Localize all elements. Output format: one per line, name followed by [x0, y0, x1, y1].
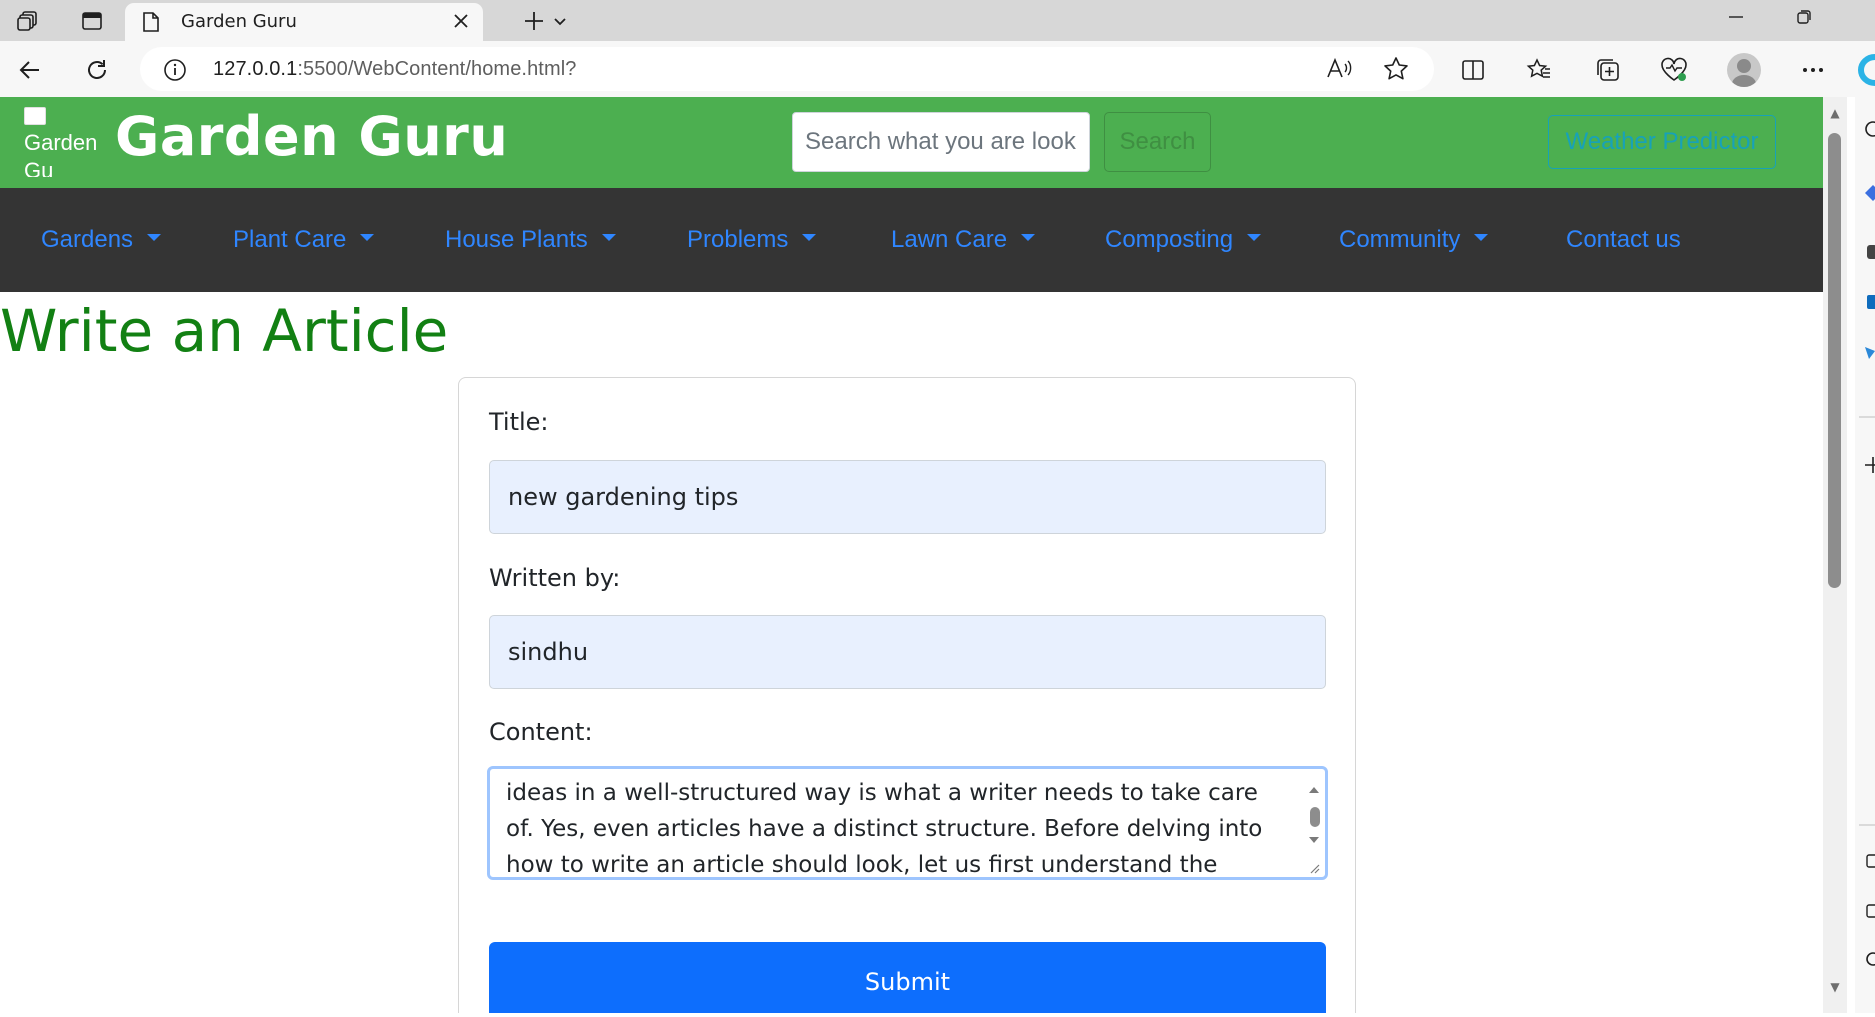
content-textarea[interactable]: ideas in a well-structured way is what a…	[487, 766, 1328, 880]
more-options-icon[interactable]	[1794, 51, 1832, 89]
menu-item-label: Plant Care	[233, 226, 347, 253]
weather-predictor-button[interactable]: Weather Predictor	[1548, 115, 1776, 169]
author-input[interactable]	[489, 615, 1326, 689]
menu-item-label: Community	[1339, 226, 1461, 253]
dropdown-caret-icon	[1247, 234, 1262, 242]
menu-item-label: Problems	[687, 226, 789, 253]
menu-item-label: Gardens	[41, 226, 134, 253]
menu-item-label: Contact us	[1566, 226, 1681, 253]
address-bar[interactable]: 127.0.0.1:5500/WebContent/home.html?	[140, 47, 1434, 91]
content-label: Content:	[489, 718, 593, 746]
browser-tab-bar: Garden Guru	[0, 0, 1875, 41]
logo-alt-text: Garden Gu	[24, 130, 98, 177]
broken-image-icon	[24, 107, 46, 125]
author-label: Written by:	[489, 564, 621, 592]
menu-item-composting[interactable]: Composting	[1105, 226, 1262, 254]
site-logo[interactable]: Garden Gu	[24, 107, 104, 177]
search-input[interactable]	[792, 112, 1090, 172]
menu-item-label: House Plants	[445, 226, 588, 253]
favorites-icon[interactable]	[1520, 51, 1558, 89]
menu-item-lawn-care[interactable]: Lawn Care	[891, 226, 1036, 254]
submit-button[interactable]: Submit	[489, 942, 1326, 1013]
tab-title: Garden Guru	[181, 11, 297, 32]
page-icon	[142, 12, 160, 36]
browser-toolbar: 127.0.0.1:5500/WebContent/home.html?	[0, 41, 1875, 97]
textarea-scroll-thumb[interactable]	[1310, 807, 1320, 827]
browser-essentials-icon[interactable]	[1655, 51, 1693, 89]
title-input[interactable]	[489, 460, 1326, 534]
back-arrow-icon[interactable]	[11, 51, 49, 89]
vertical-tabs-icon[interactable]	[70, 0, 114, 41]
menu-item-contact-us[interactable]: Contact us	[1566, 226, 1681, 254]
dropdown-caret-icon	[1021, 234, 1036, 242]
favorite-star-icon[interactable]	[1383, 56, 1409, 86]
dropdown-caret-icon	[147, 234, 162, 242]
address-host: 127.0.0.1	[213, 58, 298, 80]
collections-icon[interactable]	[1589, 51, 1627, 89]
menu-item-community[interactable]: Community	[1339, 226, 1489, 254]
address-url: 127.0.0.1:5500/WebContent/home.html?	[213, 58, 576, 81]
menu-item-problems[interactable]: Problems	[687, 226, 817, 254]
scroll-up-icon[interactable]: ▲	[1826, 106, 1844, 124]
dropdown-caret-icon	[601, 234, 616, 242]
workspaces-icon[interactable]	[6, 0, 50, 41]
browser-tab-active[interactable]: Garden Guru	[125, 3, 483, 41]
read-aloud-icon[interactable]	[1325, 57, 1353, 85]
menu-item-house-plants[interactable]: House Plants	[445, 226, 616, 254]
menu-item-plant-care[interactable]: Plant Care	[233, 226, 375, 254]
textarea-scrollbar[interactable]	[1305, 773, 1323, 877]
search-button[interactable]: Search	[1104, 112, 1211, 172]
tab-list-chevron-icon[interactable]	[538, 0, 582, 41]
restore-icon[interactable]	[1771, 0, 1837, 34]
web-page: Garden Gu Garden Guru Search Weather Pre…	[0, 97, 1823, 1013]
edge-sidebar	[1855, 97, 1875, 1013]
article-form: Title: Written by: Content: ideas in a w…	[458, 377, 1356, 1013]
refresh-icon[interactable]	[78, 51, 116, 89]
site-info-icon[interactable]	[163, 58, 187, 86]
profile-avatar[interactable]	[1727, 53, 1761, 87]
menu-item-label: Lawn Care	[891, 226, 1008, 253]
dropdown-caret-icon	[802, 234, 817, 242]
menu-item-label: Composting	[1105, 226, 1234, 253]
main-menu: Gardens Plant Care House Plants Problems…	[0, 188, 1823, 292]
site-header: Garden Gu Garden Guru Search Weather Pre…	[0, 97, 1823, 188]
split-screen-icon[interactable]	[1454, 51, 1492, 89]
scroll-down-icon[interactable]: ▼	[1826, 980, 1844, 998]
copilot-icon[interactable]	[1855, 53, 1875, 87]
close-tab-icon[interactable]	[450, 10, 472, 32]
content-text: ideas in a well-structured way is what a…	[506, 780, 1263, 878]
dropdown-caret-icon	[1474, 234, 1489, 242]
page-title: Write an Article	[0, 297, 449, 365]
brand-name[interactable]: Garden Guru	[115, 105, 508, 168]
minimize-icon[interactable]	[1703, 0, 1769, 34]
page-scroll-thumb[interactable]	[1828, 133, 1841, 588]
address-path: :5500/WebContent/home.html?	[297, 58, 577, 80]
dropdown-caret-icon	[360, 234, 375, 242]
title-label: Title:	[489, 408, 549, 436]
menu-item-gardens[interactable]: Gardens	[41, 226, 162, 254]
